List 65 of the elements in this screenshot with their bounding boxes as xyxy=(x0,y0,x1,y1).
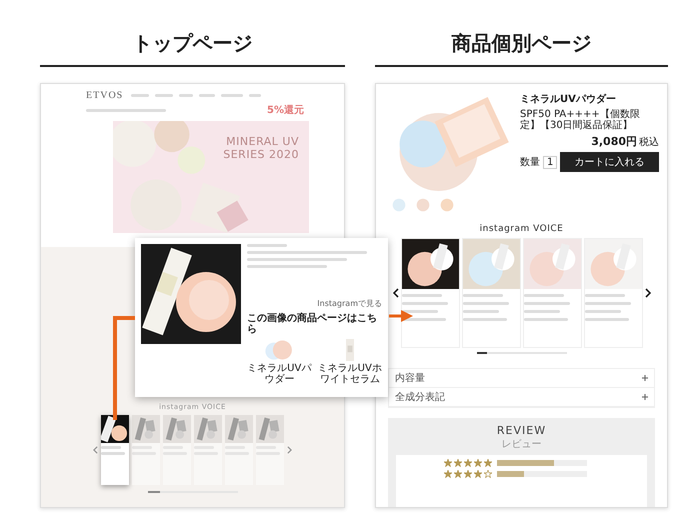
blurred-text xyxy=(462,318,506,321)
blurred-text xyxy=(584,294,624,297)
section-title: instagram VOICE xyxy=(478,224,564,234)
blurred-text xyxy=(402,318,446,321)
accordion-row[interactable]: 全成分表記 xyxy=(389,388,654,407)
blurred-text xyxy=(462,302,508,305)
section-heading: 商品個別ページ xyxy=(375,30,668,67)
filled-star-icon xyxy=(464,459,472,467)
blurred-text xyxy=(155,94,174,97)
product-link[interactable]: ミネラルUVパウダー xyxy=(247,363,312,385)
blurred-text xyxy=(402,294,442,297)
review-title: REVIEW xyxy=(496,424,546,437)
product-link[interactable]: ミネラルUVホワイトセラム xyxy=(318,363,382,385)
blurred-text xyxy=(584,318,628,321)
blurred-text xyxy=(584,302,630,305)
empty-star-icon xyxy=(484,470,492,478)
blurred-text xyxy=(402,310,438,313)
logo: ETVOS xyxy=(86,90,124,101)
review-subtitle: レビュー xyxy=(502,438,542,451)
arrow-icon xyxy=(389,310,413,322)
blurred-text xyxy=(101,446,121,449)
blurred-text xyxy=(524,294,564,297)
filled-star-icon xyxy=(454,459,462,467)
blurred-text xyxy=(462,310,498,313)
blurred-text xyxy=(131,94,150,97)
product-title: ミネラルUVパウダー xyxy=(520,92,617,106)
blurred-text xyxy=(249,94,262,97)
blurred-text xyxy=(247,244,287,247)
scrollbar-thumb xyxy=(148,491,160,493)
accordion-label: 全成分表記 xyxy=(395,390,445,404)
blurred-text xyxy=(179,94,194,97)
blurred-text xyxy=(199,94,216,97)
add-to-cart-button[interactable]: カートに入れる xyxy=(560,152,659,172)
blurred-text xyxy=(402,302,448,305)
accordion-label: 内容量 xyxy=(395,372,425,385)
tax-label: 税込 xyxy=(639,136,659,149)
filled-star-icon xyxy=(464,470,472,478)
accordion-row[interactable]: 内容量 xyxy=(389,369,654,388)
blurred-text xyxy=(524,318,568,321)
filled-star-icon xyxy=(444,470,452,478)
post-card[interactable] xyxy=(101,415,129,485)
blurred-text xyxy=(584,310,620,313)
scrollbar-thumb xyxy=(476,352,486,354)
chevron-right-icon[interactable] xyxy=(644,288,650,298)
quantity-label: 数量 xyxy=(520,156,540,169)
blurred-text xyxy=(524,302,570,305)
price: 3,080円 xyxy=(591,134,637,149)
chevron-left-icon[interactable] xyxy=(392,288,398,298)
quantity-select[interactable]: 1 xyxy=(543,156,558,168)
blurred-text xyxy=(524,310,560,313)
blurred-text xyxy=(101,452,125,455)
filled-star-icon xyxy=(484,459,492,467)
filled-star-icon xyxy=(474,459,482,467)
post-card[interactable] xyxy=(400,238,460,348)
filled-star-icon xyxy=(474,470,482,478)
filled-star-icon xyxy=(444,459,452,467)
blurred-text xyxy=(221,94,244,97)
instagram-link[interactable]: Instagramで見る xyxy=(317,298,382,309)
blurred-text xyxy=(462,294,502,297)
products-heading: この画像の商品ページはこちら xyxy=(247,313,378,335)
section-heading: トップページ xyxy=(40,30,345,67)
promo-text: 5%還元 xyxy=(267,104,304,117)
product-subtitle: SPF50 PA++++【個数限定】【30日間返品保証】 xyxy=(520,109,641,131)
banner-heading: MINERAL UV SERIES 2020 xyxy=(222,135,299,161)
filled-star-icon xyxy=(454,470,462,478)
